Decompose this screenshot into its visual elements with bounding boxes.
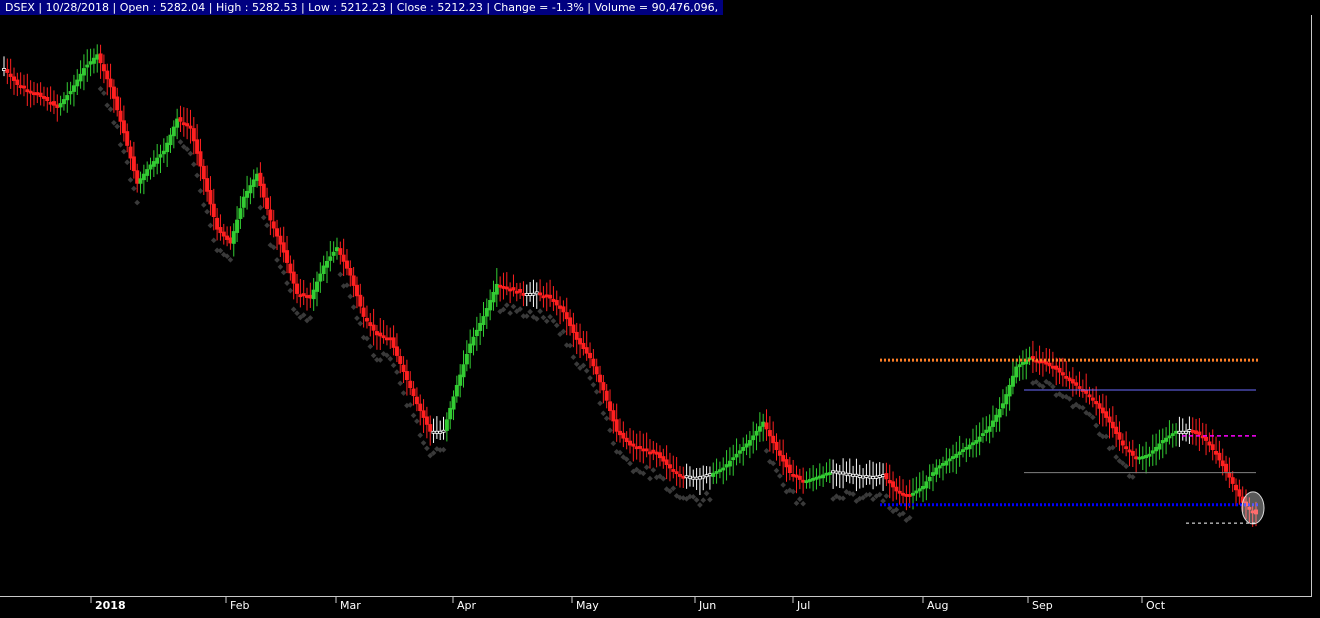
x-tick-label: Apr bbox=[457, 599, 477, 612]
x-axis: 2018 Feb Mar Apr May Jun Jul Aug Sep Oct bbox=[0, 596, 1312, 614]
x-tick-label: Jun bbox=[698, 599, 716, 612]
x-tick-label: Aug bbox=[927, 599, 948, 612]
x-tick-label: May bbox=[576, 599, 599, 612]
x-tick-label: Feb bbox=[230, 599, 249, 612]
x-tick-label: Oct bbox=[1146, 599, 1166, 612]
symbol-info-text: DSEX | 10/28/2018 | Open : 5282.04 | Hig… bbox=[5, 1, 719, 14]
x-tick-label: Jul bbox=[796, 599, 810, 612]
symbol-info-bar: DSEX | 10/28/2018 | Open : 5282.04 | Hig… bbox=[0, 0, 724, 15]
x-tick-label: Mar bbox=[340, 599, 361, 612]
x-tick-label: Sep bbox=[1032, 599, 1053, 612]
plot-frame bbox=[0, 15, 1312, 596]
x-tick-label: 2018 bbox=[95, 599, 126, 612]
